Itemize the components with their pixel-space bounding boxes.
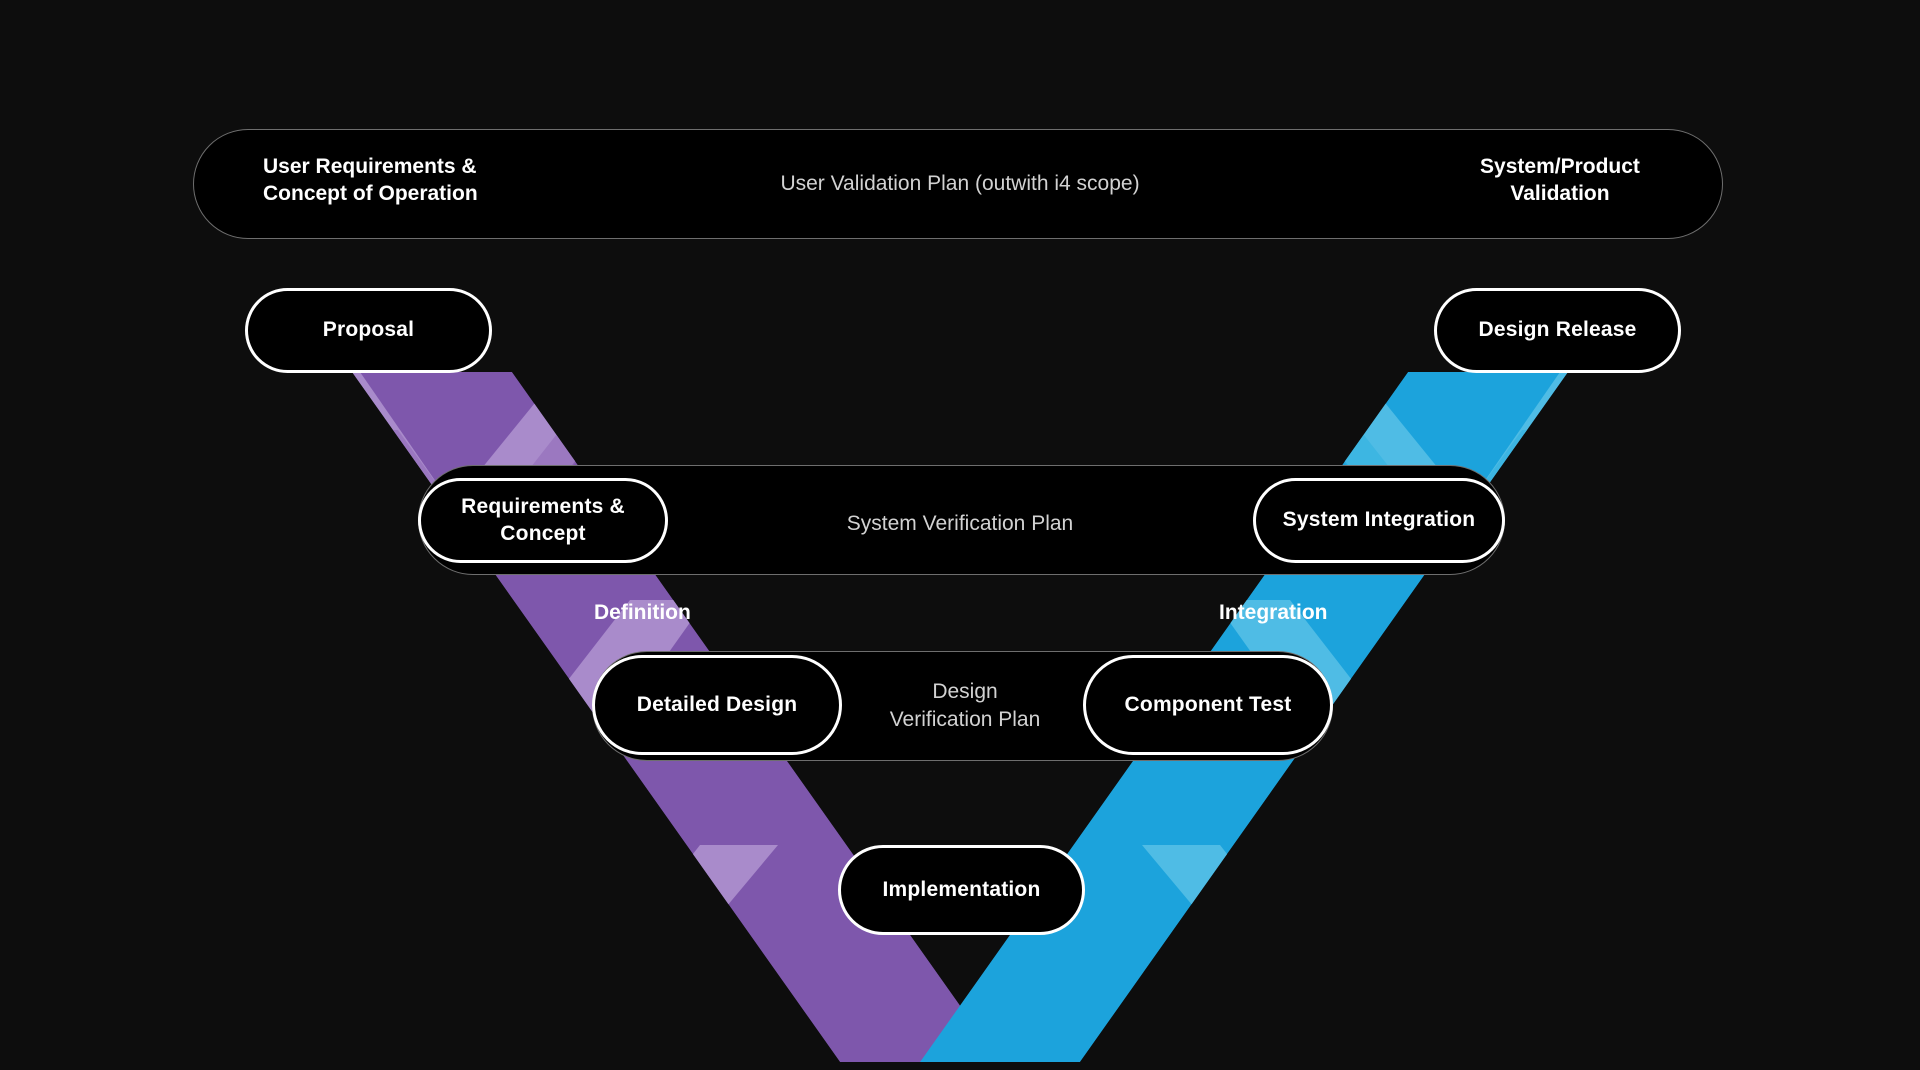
pill-proposal[interactable]: Proposal xyxy=(245,288,492,373)
v-model-diagram: User Requirements & Concept of Operation… xyxy=(0,0,1920,1070)
pill-requirements-concept[interactable]: Requirements & Concept xyxy=(418,478,668,563)
user-requirements-label: User Requirements & Concept of Operation xyxy=(263,155,478,206)
pill-component-test[interactable]: Component Test xyxy=(1083,655,1333,755)
pill-implementation[interactable]: Implementation xyxy=(838,845,1085,935)
system-product-validation-label: System/Product Validation xyxy=(1480,155,1640,206)
system-verification-plan-label: System Verification Plan xyxy=(846,512,1074,535)
caption-integration: Integration xyxy=(1219,601,1328,624)
design-verification-plan-label: Design Verification Plan xyxy=(889,680,1041,732)
pill-design-release[interactable]: Design Release xyxy=(1434,288,1681,373)
caption-definition: Definition xyxy=(594,601,691,624)
user-validation-plan-label: User Validation Plan (outwith i4 scope) xyxy=(780,172,1140,195)
pill-system-integration[interactable]: System Integration xyxy=(1253,478,1505,563)
pill-detailed-design[interactable]: Detailed Design xyxy=(592,655,842,755)
